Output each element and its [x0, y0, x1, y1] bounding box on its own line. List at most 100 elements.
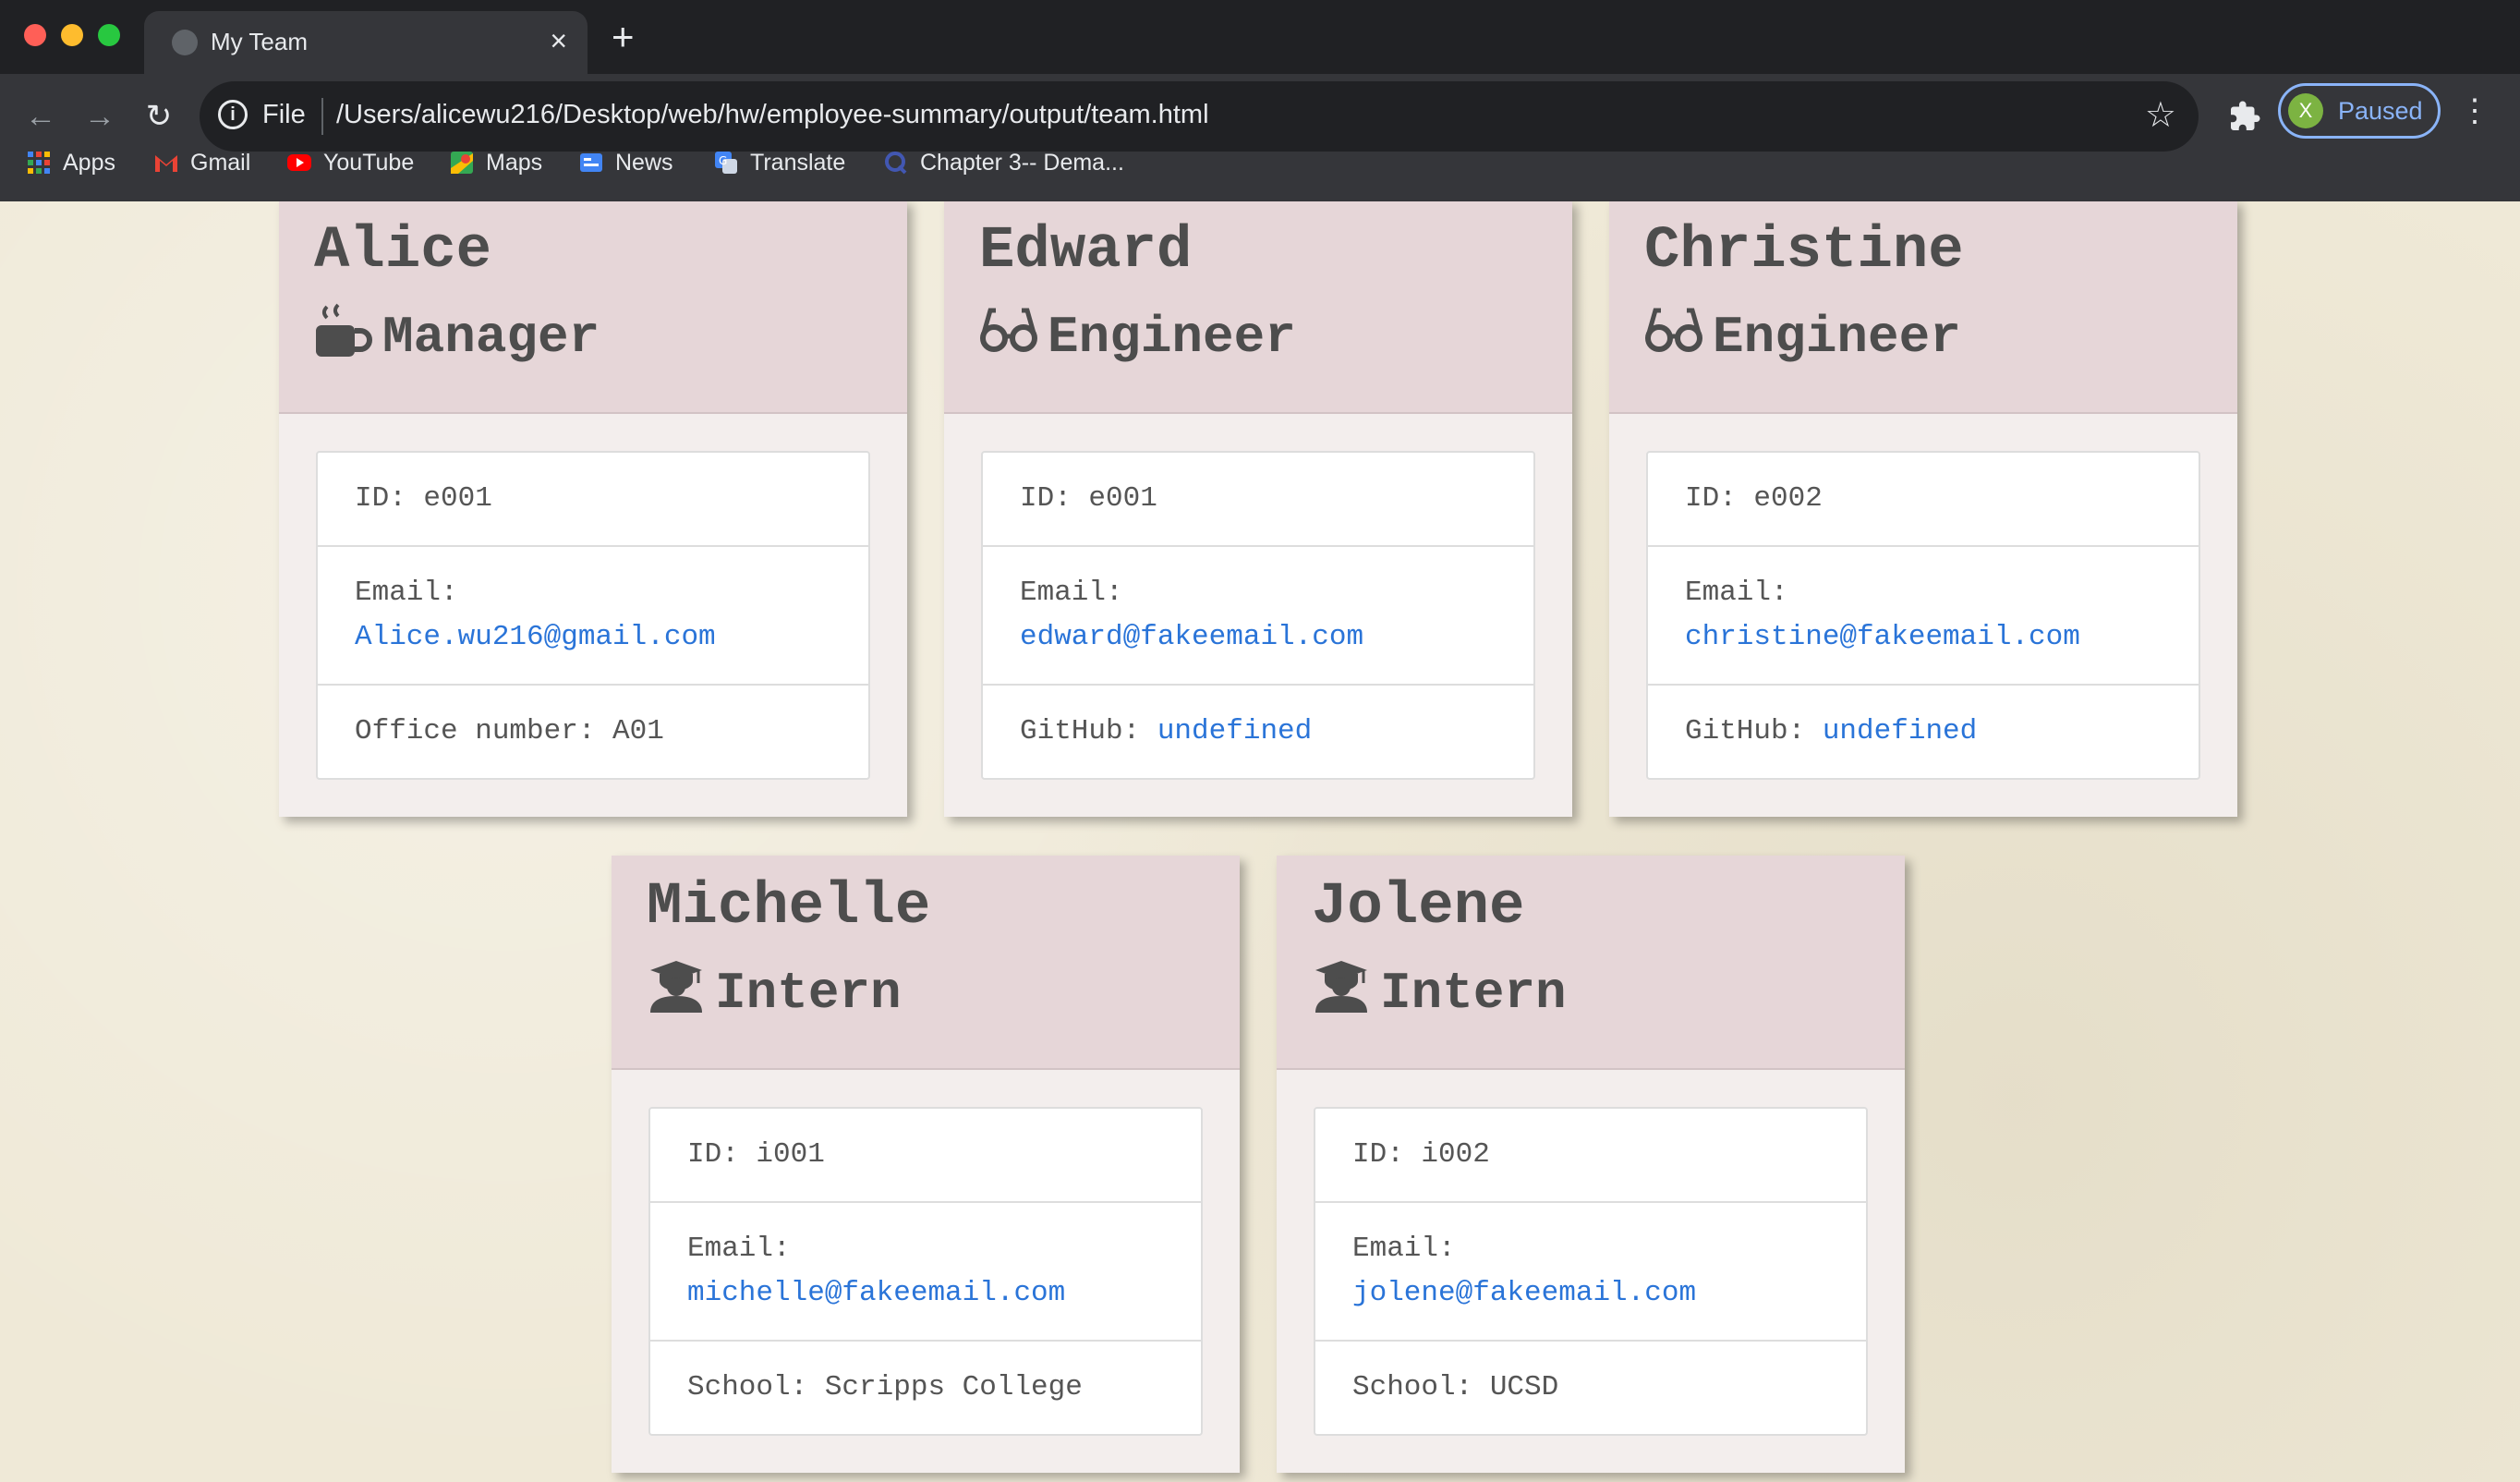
- email-link[interactable]: edward@fakeemail.com: [1020, 615, 1496, 660]
- bookmark-label: Apps: [63, 150, 115, 176]
- card-header: Christine Engineer: [1609, 201, 2237, 414]
- github-label: GitHub:: [1020, 715, 1157, 747]
- email-label: Email:: [1352, 1233, 1456, 1265]
- url-separator: [321, 98, 323, 135]
- url-text[interactable]: /Users/alicewu216/Desktop/web/hw/employe…: [336, 100, 1209, 130]
- tab-title: My Team: [211, 28, 308, 55]
- new-tab-button[interactable]: +: [612, 18, 635, 56]
- employee-role: Manager: [314, 303, 600, 367]
- profile-button[interactable]: X Paused: [2278, 83, 2441, 139]
- gmail-icon: [155, 155, 177, 172]
- github-item: GitHub: undefined: [1648, 684, 2199, 778]
- forward-arrow-icon[interactable]: →: [81, 98, 118, 135]
- role-label: Engineer: [1048, 308, 1296, 367]
- school-item: School: UCSD: [1315, 1340, 1866, 1434]
- employee-email-item: Email: jolene@fakeemail.com: [1315, 1201, 1866, 1340]
- employee-role: Engineer: [1644, 303, 1961, 367]
- quizlet-icon: [885, 152, 907, 175]
- bookmark-translate[interactable]: G Translate: [713, 150, 845, 176]
- glasses-icon: [980, 308, 1037, 352]
- email-label: Email:: [1020, 577, 1123, 609]
- info-list: ID: e002 Email: christine@fakeemail.com …: [1646, 451, 2200, 780]
- card-header: Jolene Intern: [1277, 856, 1905, 1070]
- glasses-icon: [1645, 308, 1702, 352]
- translate-icon: G: [715, 152, 737, 174]
- svg-text:G: G: [719, 154, 727, 167]
- info-list: ID: e001 Email: Alice.wu216@gmail.com Of…: [316, 451, 870, 780]
- employee-name: Edward: [979, 218, 1193, 285]
- employee-id: ID: i002: [1352, 1138, 1490, 1171]
- info-icon[interactable]: i: [218, 100, 248, 129]
- news-icon: [580, 153, 602, 172]
- employee-email-item: Email: christine@fakeemail.com: [1648, 545, 2199, 684]
- card-body: ID: i002 Email: jolene@fakeemail.com Sch…: [1277, 1070, 1905, 1473]
- email-link[interactable]: jolene@fakeemail.com: [1352, 1271, 1829, 1316]
- employee-name: Alice: [314, 218, 492, 285]
- employee-card-jolene: Jolene Intern ID: i002 Email: jolene@fak…: [1277, 856, 1905, 1473]
- github-link[interactable]: undefined: [1157, 715, 1312, 747]
- tab-strip: My Team × +: [0, 0, 2520, 74]
- card-header: Edward Engineer: [944, 201, 1572, 414]
- close-window-button[interactable]: [24, 24, 46, 46]
- employee-email-item: Email: Alice.wu216@gmail.com: [318, 545, 868, 684]
- card-header: Michelle Intern: [612, 856, 1240, 1070]
- info-list: ID: i002 Email: jolene@fakeemail.com Sch…: [1314, 1107, 1868, 1436]
- card-body: ID: e002 Email: christine@fakeemail.com …: [1609, 414, 2237, 817]
- role-label: Intern: [715, 964, 902, 1023]
- employee-card-michelle: Michelle Intern ID: i001 Email: michelle…: [612, 856, 1240, 1473]
- profile-status: Paused: [2338, 97, 2423, 125]
- email-link[interactable]: christine@fakeemail.com: [1685, 615, 2162, 660]
- card-body: ID: e001 Email: edward@fakeemail.com Git…: [944, 414, 1572, 817]
- globe-icon: [172, 30, 198, 55]
- email-label: Email:: [1685, 577, 1788, 609]
- bookmark-gmail[interactable]: Gmail: [153, 150, 250, 176]
- email-link[interactable]: Alice.wu216@gmail.com: [355, 615, 831, 660]
- reload-icon[interactable]: ↻: [140, 98, 177, 135]
- role-label: Manager: [382, 308, 600, 367]
- bookmark-label: News: [615, 150, 673, 176]
- employee-card-christine: Christine Engineer ID: e002 Email: chris…: [1609, 201, 2237, 817]
- bookmark-label: Chapter 3-- Dema...: [920, 150, 1124, 176]
- employee-id: ID: e001: [1020, 482, 1157, 515]
- bookmark-label: Translate: [750, 150, 846, 176]
- employee-name: Jolene: [1312, 874, 1525, 941]
- bookmark-star-icon[interactable]: ☆: [2145, 94, 2176, 136]
- graduate-icon: [650, 961, 702, 1013]
- team-page: Alice Manager ID: e001 Email: Alice.wu21…: [0, 201, 2520, 1482]
- bookmark-label: YouTube: [323, 150, 415, 176]
- maximize-window-button[interactable]: [98, 24, 120, 46]
- back-arrow-icon[interactable]: ←: [22, 98, 59, 135]
- email-label: Email:: [355, 577, 458, 609]
- card-header: Alice Manager: [279, 201, 907, 414]
- card-body: ID: i001 Email: michelle@fakeemail.com S…: [612, 1070, 1240, 1473]
- github-item: GitHub: undefined: [983, 684, 1533, 778]
- bookmarks-bar: Apps Gmail YouTube Maps News G Translate …: [0, 135, 2520, 194]
- bookmark-news[interactable]: News: [578, 150, 673, 176]
- minimize-window-button[interactable]: [61, 24, 83, 46]
- employee-id: ID: i001: [687, 1138, 825, 1171]
- employee-role: Intern: [647, 959, 902, 1023]
- email-link[interactable]: michelle@fakeemail.com: [687, 1271, 1164, 1316]
- role-label: Engineer: [1713, 308, 1961, 367]
- graduate-icon: [1315, 961, 1367, 1013]
- employee-id: ID: e001: [355, 482, 492, 515]
- bookmark-apps[interactable]: Apps: [26, 150, 115, 176]
- close-tab-icon[interactable]: ×: [550, 24, 567, 57]
- bookmark-maps[interactable]: Maps: [449, 150, 542, 176]
- card-body: ID: e001 Email: Alice.wu216@gmail.com Of…: [279, 414, 907, 817]
- tab-my-team[interactable]: My Team ×: [144, 11, 588, 74]
- bookmark-chapter-3[interactable]: Chapter 3-- Dema...: [883, 150, 1124, 176]
- employee-email-item: Email: edward@fakeemail.com: [983, 545, 1533, 684]
- info-list: ID: e001 Email: edward@fakeemail.com Git…: [981, 451, 1535, 780]
- employee-name: Michelle: [647, 874, 931, 941]
- bookmark-youtube[interactable]: YouTube: [286, 150, 414, 176]
- youtube-icon: [287, 154, 311, 171]
- github-link[interactable]: undefined: [1823, 715, 1977, 747]
- bookmark-label: Gmail: [190, 150, 251, 176]
- email-label: Email:: [687, 1233, 791, 1265]
- employee-id: ID: e002: [1685, 482, 1823, 515]
- employee-card-alice: Alice Manager ID: e001 Email: Alice.wu21…: [279, 201, 907, 817]
- kebab-menu-icon[interactable]: ⋮: [2459, 94, 2490, 128]
- role-label: Intern: [1380, 964, 1567, 1023]
- avatar: X: [2288, 93, 2323, 128]
